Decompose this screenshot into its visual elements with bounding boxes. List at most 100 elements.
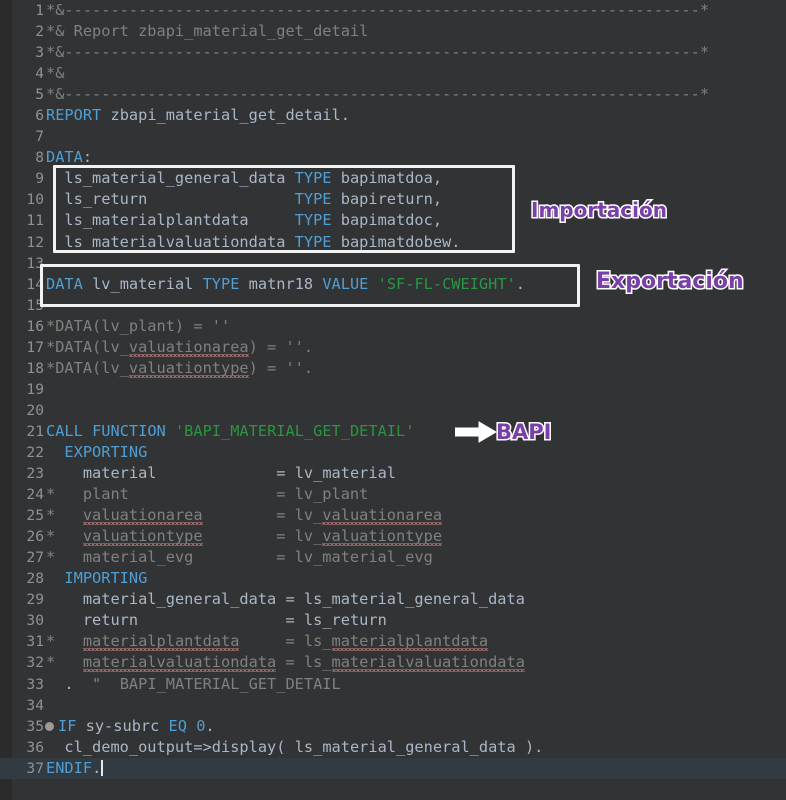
line-text: DATA: xyxy=(46,148,93,167)
line-number: 16 xyxy=(26,317,44,335)
line-number: 22 xyxy=(26,443,44,461)
line-text: *& Report zbapi_material_get_detail xyxy=(46,22,369,41)
code-line[interactable]: 19 xyxy=(0,379,786,400)
line-number: 21 xyxy=(26,422,44,440)
code-line[interactable]: 4 *& xyxy=(0,63,786,84)
code-line[interactable]: 35 IF sy-subrc EQ 0. xyxy=(0,716,786,737)
code-line[interactable]: 7 xyxy=(0,126,786,147)
code-line[interactable]: 26 * valuationtype = lv_valuationtype xyxy=(0,526,786,547)
line-number: 31 xyxy=(26,633,44,651)
code-lines-container[interactable]: 1 *&-------------------------------------… xyxy=(0,0,786,800)
line-number: 18 xyxy=(26,359,44,377)
line-number: 17 xyxy=(26,338,44,356)
breakpoint-marker-icon[interactable] xyxy=(45,722,54,732)
line-number: 10 xyxy=(26,191,44,209)
code-line[interactable]: 15 xyxy=(0,295,786,316)
line-text: material = lv_material xyxy=(82,464,397,483)
code-line[interactable]: 17 *DATA(lv_valuationarea) = ''. xyxy=(0,337,786,358)
line-number: 11 xyxy=(26,212,44,230)
code-line[interactable]: 12 ls_materialvaluationdata TYPE bapimat… xyxy=(0,232,786,253)
code-line[interactable]: 23 material = lv_material xyxy=(0,463,786,484)
line-number: 19 xyxy=(26,380,44,398)
exportacion-label: Exportación xyxy=(595,268,746,296)
line-text: * valuationtype = lv_valuationtype xyxy=(46,527,443,546)
line-number: 34 xyxy=(26,696,44,714)
code-line[interactable]: 29 material_general_data = ls_material_g… xyxy=(0,589,786,610)
code-line[interactable]: 20 xyxy=(0,400,786,421)
line-text: *DATA(lv_plant) = '' xyxy=(46,316,231,335)
code-line[interactable]: 34 xyxy=(0,695,786,716)
line-text: *DATA(lv_valuationtype) = ''. xyxy=(46,358,314,377)
code-line[interactable]: 1 *&-------------------------------------… xyxy=(0,0,786,21)
line-number: 7 xyxy=(35,128,44,146)
line-number: 2 xyxy=(35,23,44,41)
line-number: 15 xyxy=(26,296,44,314)
line-text: ls_return TYPE bapireturn, xyxy=(64,190,443,209)
line-text: * materialvaluationdata = ls_materialval… xyxy=(46,653,525,672)
line-number: 1 xyxy=(35,2,44,19)
line-number: 36 xyxy=(26,738,44,756)
line-number: 29 xyxy=(26,591,44,609)
code-line[interactable]: 16 *DATA(lv_plant) = '' xyxy=(0,316,786,337)
line-text: DATA lv_material TYPE matnr18 VALUE 'SF-… xyxy=(46,274,525,293)
code-line[interactable]: 37 ENDIF. xyxy=(0,757,786,779)
line-number: 12 xyxy=(26,233,44,251)
line-number: 37 xyxy=(26,759,44,777)
code-line[interactable]: 33 . " BAPI_MATERIAL_GET_DETAIL xyxy=(0,674,786,695)
text-cursor xyxy=(101,759,103,776)
code-line[interactable]: 31 * materialplantdata = ls_materialplant… xyxy=(0,631,786,652)
line-text: * material_evg = lv_material_evg xyxy=(46,548,433,567)
code-line[interactable]: 6 REPORT zbapi_material_get_detail. xyxy=(0,105,786,126)
code-line[interactable]: 2 *& Report zbapi_material_get_detail xyxy=(0,21,786,42)
code-line[interactable]: 27 * material_evg = lv_material_evg xyxy=(0,547,786,568)
line-text: ENDIF. xyxy=(46,758,103,777)
line-number: 8 xyxy=(35,149,44,167)
code-line[interactable]: 5 *&-------------------------------------… xyxy=(0,84,786,105)
code-line[interactable]: 22 EXPORTING xyxy=(0,442,786,463)
code-line[interactable]: 9 ls_material_general_data TYPE bapimatd… xyxy=(0,168,786,189)
line-number: 13 xyxy=(26,254,44,272)
line-number: 24 xyxy=(26,486,44,504)
line-number: 27 xyxy=(26,549,44,567)
code-line[interactable]: 24 * plant = lv_plant xyxy=(0,484,786,505)
line-text: IMPORTING xyxy=(64,569,148,588)
line-text: *&--------------------------------------… xyxy=(46,85,710,104)
line-text: * plant = lv_plant xyxy=(46,485,369,504)
code-line[interactable]: 32 * materialvaluationdata = ls_materialv… xyxy=(0,652,786,673)
code-line[interactable]: 28 IMPORTING xyxy=(0,568,786,589)
code-line[interactable]: 8 DATA: xyxy=(0,147,786,168)
code-line[interactable]: 3 *&-------------------------------------… xyxy=(0,42,786,63)
code-line[interactable]: 18 *DATA(lv_valuationtype) = ''. xyxy=(0,358,786,379)
line-text: cl_demo_output=>display( ls_material_gen… xyxy=(64,737,544,756)
code-line[interactable]: 30 return = ls_return xyxy=(0,610,786,631)
line-number: 9 xyxy=(35,170,44,188)
code-line[interactable]: 11 ls_materialplantdata TYPE bapimatdoc, xyxy=(0,210,786,231)
code-line[interactable]: 25 * valuationarea = lv_valuationarea xyxy=(0,505,786,526)
line-number: 28 xyxy=(26,570,44,588)
line-number: 23 xyxy=(26,465,44,483)
line-number: 25 xyxy=(26,507,44,525)
code-editor[interactable]: 1 *&-------------------------------------… xyxy=(0,0,786,800)
line-text: *&--------------------------------------… xyxy=(46,43,710,62)
line-text: . " BAPI_MATERIAL_GET_DETAIL xyxy=(64,674,341,693)
line-number: 33 xyxy=(26,675,44,693)
line-text: ls_material_general_data TYPE bapimatdoa… xyxy=(64,169,443,188)
line-number: 35 xyxy=(26,717,44,735)
line-text: ls_materialplantdata TYPE bapimatdoc, xyxy=(64,211,443,230)
line-number: 5 xyxy=(35,86,44,104)
line-text: material_general_data = ls_material_gene… xyxy=(82,590,525,609)
code-line[interactable]: 36 cl_demo_output=>display( ls_material_… xyxy=(0,737,786,758)
line-text: ls_materialvaluationdata TYPE bapimatdob… xyxy=(64,232,461,251)
line-text: * valuationarea = lv_valuationarea xyxy=(46,506,443,525)
code-line[interactable]: 10 ls_return TYPE bapireturn, xyxy=(0,189,786,210)
line-text: return = ls_return xyxy=(82,611,387,630)
line-text: *& xyxy=(46,64,65,83)
line-text: *DATA(lv_valuationarea) = ''. xyxy=(46,337,314,356)
importacion-label: Importación xyxy=(530,197,669,224)
bapi-label: BAPI xyxy=(494,419,552,446)
code-line[interactable]: 21 CALL FUNCTION 'BAPI_MATERIAL_GET_DETAI… xyxy=(0,421,786,442)
line-text: EXPORTING xyxy=(64,442,148,461)
line-number: 30 xyxy=(26,612,44,630)
line-number: 20 xyxy=(26,401,44,419)
line-number: 6 xyxy=(35,107,44,125)
